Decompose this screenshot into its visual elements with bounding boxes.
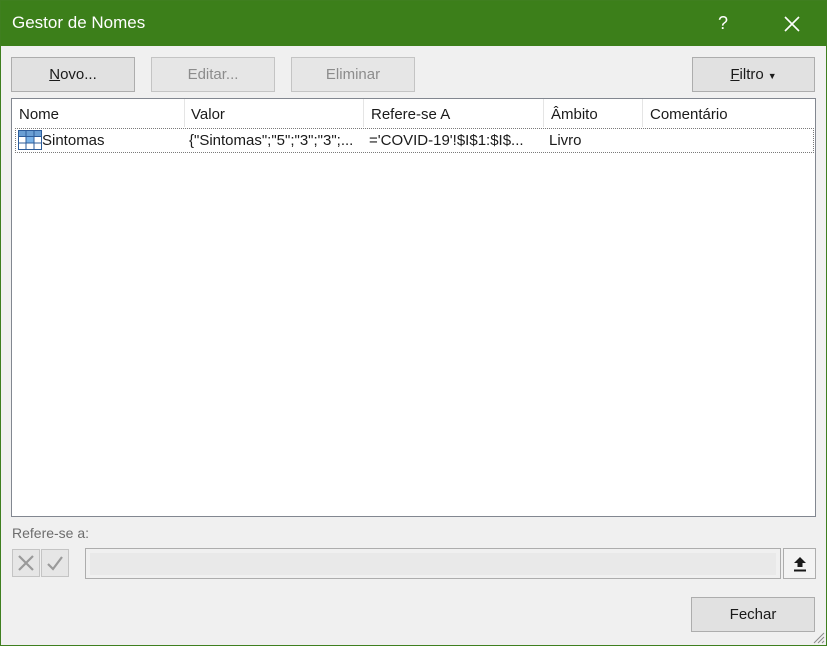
refers-to-field[interactable] <box>85 548 781 579</box>
list-header: Nome Valor Refere-se A Âmbito Comentário <box>12 99 815 127</box>
edit-button-label: Editar... <box>187 66 239 83</box>
column-header-comment[interactable]: Comentário <box>643 99 815 127</box>
column-header-scope[interactable]: Âmbito <box>544 99 643 127</box>
confirm-edit-button[interactable] <box>41 549 69 577</box>
filter-button-mnemonic: F <box>730 66 740 83</box>
row-scope: Livro <box>549 132 582 149</box>
title-bar: Gestor de Nomes ? <box>1 1 826 46</box>
delete-button-label: Eliminar <box>325 66 381 83</box>
row-value: {"Sintomas";"5";"3";"3";... <box>189 132 354 149</box>
collapse-dialog-button[interactable] <box>783 548 816 579</box>
column-header-refers-to[interactable]: Refere-se A <box>364 99 544 127</box>
new-button[interactable]: Novo... <box>11 57 135 92</box>
list-row[interactable]: Sintomas {"Sintomas";"5";"3";"3";... ='C… <box>15 128 814 153</box>
filter-button[interactable]: Filtro ▼ <box>692 57 815 92</box>
refers-to-label: Refere-se a: <box>12 525 90 541</box>
dialog-title: Gestor de Nomes <box>12 13 146 32</box>
column-header-value[interactable]: Valor <box>184 99 364 127</box>
edit-button[interactable]: Editar... <box>151 57 275 92</box>
row-refers-to: ='COVID-19'!$I$1:$I$... <box>369 132 524 149</box>
cancel-edit-button[interactable] <box>12 549 40 577</box>
close-button[interactable]: Fechar <box>691 597 815 632</box>
filter-button-label: iltro <box>739 66 764 83</box>
new-button-mnemonic: N <box>49 66 61 83</box>
cancel-x-icon <box>18 555 34 571</box>
name-manager-dialog: Gestor de Nomes ? Novo... Editar... Elim… <box>0 0 827 646</box>
confirm-check-icon <box>47 556 63 571</box>
dropdown-caret-icon: ▼ <box>767 70 777 81</box>
close-button-label: Fechar <box>729 606 777 623</box>
names-list[interactable]: Nome Valor Refere-se A Âmbito Comentário… <box>11 98 816 517</box>
refers-to-input[interactable] <box>90 553 776 575</box>
close-icon <box>784 15 800 32</box>
new-button-label: ovo... <box>60 66 97 83</box>
table-name-icon <box>18 130 42 150</box>
column-header-name[interactable]: Nome <box>12 99 185 127</box>
close-window-button[interactable] <box>769 1 815 46</box>
delete-button[interactable]: Eliminar <box>291 57 415 92</box>
help-button[interactable]: ? <box>701 1 745 46</box>
resize-grip-icon[interactable] <box>811 630 825 644</box>
row-name: Sintomas <box>42 132 105 149</box>
collapse-dialog-icon <box>793 556 806 571</box>
